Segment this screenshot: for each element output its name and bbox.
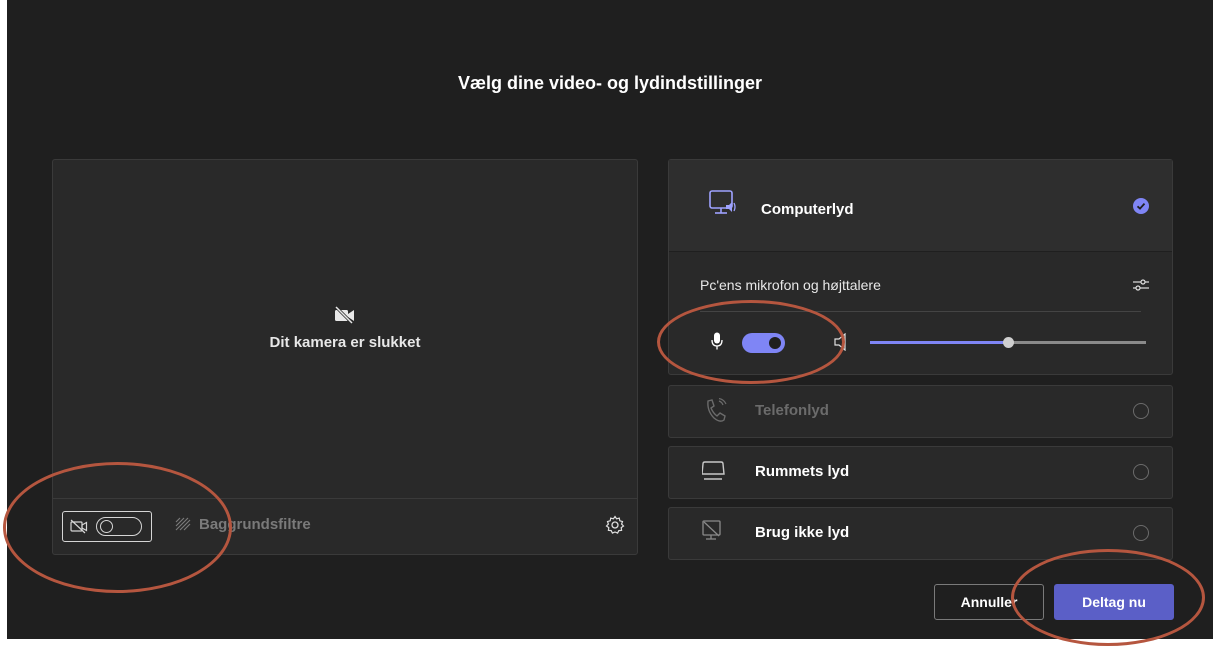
divider bbox=[700, 311, 1141, 312]
camera-preview-panel: Dit kamera er slukket Baggrundsfiltre bbox=[52, 159, 638, 555]
no-audio-radio[interactable] bbox=[1133, 525, 1149, 541]
camera-off-message: Dit kamera er slukket bbox=[53, 306, 637, 352]
background-filters-label: Baggrundsfiltre bbox=[199, 516, 311, 533]
room-audio-label: Rummets lyd bbox=[755, 463, 850, 480]
device-label: Pc'ens mikrofon og højttalere bbox=[700, 277, 881, 293]
no-audio-icon bbox=[702, 520, 721, 540]
computer-audio-label: Computerlyd bbox=[761, 201, 854, 218]
speaker-volume-slider[interactable] bbox=[870, 337, 1146, 348]
speaker-volume-thumb[interactable] bbox=[1003, 337, 1014, 348]
camera-off-label: Dit kamera er slukket bbox=[269, 334, 421, 351]
room-audio-icon bbox=[702, 461, 725, 480]
phone-audio-radio[interactable] bbox=[1133, 403, 1149, 419]
computer-audio-icon bbox=[709, 190, 736, 214]
join-now-button[interactable]: Deltag nu bbox=[1054, 584, 1174, 620]
camera-controls-bar: Baggrundsfiltre bbox=[53, 498, 637, 554]
microphone-switch-knob bbox=[769, 337, 781, 349]
computer-audio-card: Computerlyd Pc'ens mikrofon og højttaler… bbox=[668, 159, 1173, 375]
device-settings-gear-icon[interactable] bbox=[605, 515, 625, 535]
video-switch[interactable] bbox=[96, 517, 142, 536]
background-filters-button[interactable]: Baggrundsfiltre bbox=[175, 516, 311, 533]
audio-settings-sliders-icon[interactable] bbox=[1132, 277, 1150, 293]
video-switch-knob bbox=[100, 520, 113, 533]
no-audio-label: Brug ikke lyd bbox=[755, 524, 850, 541]
computer-audio-option[interactable]: Computerlyd bbox=[669, 160, 1172, 252]
speaker-icon bbox=[834, 333, 846, 351]
dialog-title: Vælg dine video- og lydindstillinger bbox=[457, 73, 763, 93]
microphone-icon bbox=[711, 332, 723, 350]
camera-off-icon bbox=[70, 519, 88, 534]
camera-off-icon bbox=[334, 306, 354, 324]
background-filters-icon bbox=[175, 517, 191, 531]
video-toggle[interactable] bbox=[62, 511, 152, 542]
selected-check-icon bbox=[1133, 198, 1149, 214]
phone-audio-option[interactable]: Telefonlyd bbox=[668, 385, 1173, 438]
room-audio-radio[interactable] bbox=[1133, 464, 1149, 480]
speaker-volume-fill bbox=[870, 341, 1008, 344]
phone-audio-label: Telefonlyd bbox=[755, 402, 829, 419]
room-audio-option[interactable]: Rummets lyd bbox=[668, 446, 1173, 499]
microphone-switch[interactable] bbox=[742, 333, 785, 353]
no-audio-option[interactable]: Brug ikke lyd bbox=[668, 507, 1173, 560]
join-dialog: Vælg dine video- og lydindstillinger Dit… bbox=[7, 0, 1213, 639]
phone-audio-icon bbox=[707, 398, 727, 422]
cancel-button[interactable]: Annuller bbox=[934, 584, 1044, 620]
